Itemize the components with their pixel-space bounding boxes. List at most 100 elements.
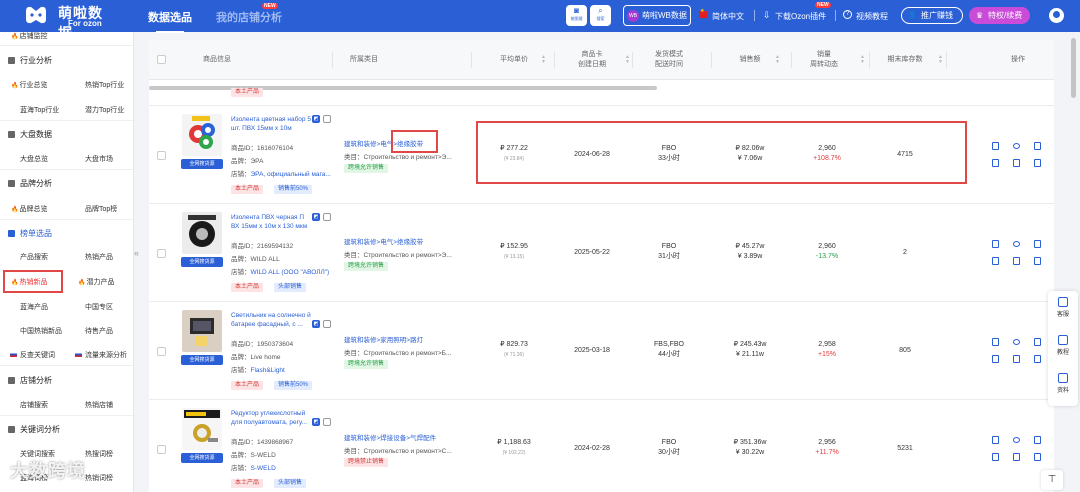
- database-icon[interactable]: [1034, 257, 1041, 265]
- sort-icon[interactable]: ▲ ▼: [938, 55, 943, 65]
- sidebar-item-potential-products[interactable]: 潜力产品: [78, 277, 114, 287]
- sort-icon[interactable]: ▲ ▼: [541, 55, 546, 65]
- find-source-button[interactable]: 全网搜货源: [181, 159, 223, 169]
- eye-icon[interactable]: [1013, 241, 1020, 247]
- sidebar-item-china-hot-new[interactable]: 中国热销新品: [20, 326, 62, 336]
- promo-button[interactable]: 推广赚钱: [901, 7, 963, 24]
- product-title[interactable]: Изолента ПВХ черная П ВХ 15мм х 10м х 13…: [231, 213, 311, 231]
- external-link-icon[interactable]: [323, 320, 331, 328]
- store-link[interactable]: ЭРА, официальный мага...: [251, 171, 331, 178]
- favorite-icon[interactable]: [992, 338, 999, 346]
- row-checkbox[interactable]: [157, 249, 166, 258]
- sidebar-item-hot-search-words[interactable]: 热搜词榜: [85, 449, 113, 459]
- sidebar-item-traffic-source[interactable]: 流量来源分析: [75, 350, 127, 360]
- sidebar-item-blue-ocean-industry[interactable]: 蓝海Top行业: [20, 105, 59, 115]
- eye-icon[interactable]: [1013, 143, 1020, 149]
- find-source-button[interactable]: 全网搜货源: [181, 257, 223, 267]
- tab-data-selection[interactable]: 数据选品: [148, 9, 192, 33]
- tab-store-analysis[interactable]: 我的店铺分析: [216, 9, 282, 25]
- eye-icon[interactable]: [1013, 437, 1020, 443]
- document-icon[interactable]: [1013, 159, 1020, 167]
- external-link-icon[interactable]: [323, 115, 331, 123]
- sidebar-item-hot-stores[interactable]: 热销店铺: [85, 400, 113, 410]
- search-button[interactable]: ⌕ 搜索: [590, 5, 611, 26]
- product-title[interactable]: Редуктор углекислотный для полуавтомата,…: [231, 409, 311, 427]
- sort-icon[interactable]: ▲ ▼: [860, 55, 865, 65]
- sort-icon[interactable]: ▲ ▼: [625, 55, 630, 65]
- header-sales-amount[interactable]: 销售额 ▲ ▼: [717, 40, 783, 80]
- video-tutorial-link[interactable]: 视频教程: [856, 11, 888, 22]
- avatar[interactable]: [1049, 8, 1064, 23]
- document-icon[interactable]: [1013, 355, 1020, 363]
- store-link[interactable]: WILD ALL (ООО "АВОЛЛ"): [251, 269, 330, 276]
- vip-button[interactable]: 特权/续费: [969, 7, 1030, 24]
- sidebar-item-reverse-keyword[interactable]: 反查关键词: [10, 350, 55, 360]
- section-keyword[interactable]: 关键词分析: [8, 424, 60, 435]
- sidebar-item-market-overview[interactable]: 大盘总览: [20, 154, 48, 164]
- section-ranking[interactable]: 榜单选品: [8, 228, 52, 239]
- header-stock[interactable]: 期末库存数 ▲ ▼: [874, 40, 943, 80]
- report-icon[interactable]: [1034, 142, 1041, 150]
- sidebar-item-for-sale[interactable]: 待售产品: [85, 326, 113, 336]
- sidebar-item-hot-industry[interactable]: 热销Top行业: [85, 80, 124, 90]
- customer-service-button[interactable]: 客服: [1048, 297, 1078, 318]
- collapse-sidebar-icon[interactable]: «: [134, 248, 144, 268]
- product-image[interactable]: [182, 114, 222, 156]
- copy-icon[interactable]: ◩: [312, 213, 320, 221]
- product-image[interactable]: [182, 212, 222, 254]
- favorite-icon[interactable]: [992, 240, 999, 248]
- sidebar-item-hot-sales-words[interactable]: 热销词榜: [85, 473, 113, 483]
- header-card-date[interactable]: 商品卡 创建日期 ▲ ▼: [559, 40, 630, 80]
- row-checkbox[interactable]: [157, 151, 166, 160]
- back-to-top-button[interactable]: ⊤: [1041, 470, 1063, 490]
- product-title[interactable]: Изолента цветная набор 5 шт. ПВХ 15мм х …: [231, 115, 311, 133]
- sidebar-item-potential-industry[interactable]: 潜力Top行业: [85, 105, 124, 115]
- eye-icon[interactable]: [1013, 339, 1020, 345]
- database-icon[interactable]: [1034, 355, 1041, 363]
- sidebar-item-blue-ocean-products[interactable]: 蓝海产品: [20, 302, 48, 312]
- image-search-button[interactable]: ◙ 按图搜: [566, 5, 587, 26]
- tutorial-button[interactable]: 教程: [1048, 335, 1078, 356]
- compare-icon[interactable]: [992, 355, 999, 363]
- report-icon[interactable]: [1034, 240, 1041, 248]
- favorite-icon[interactable]: [992, 142, 999, 150]
- horizontal-scrollbar[interactable]: [149, 86, 657, 90]
- sidebar-item-store-monitor[interactable]: 店铺监控: [11, 32, 47, 41]
- section-brand[interactable]: 品牌分析: [8, 178, 52, 189]
- vertical-scrollbar[interactable]: [1071, 38, 1076, 98]
- report-icon[interactable]: [1034, 436, 1041, 444]
- product-image[interactable]: [182, 310, 222, 352]
- row-checkbox[interactable]: [157, 347, 166, 356]
- sidebar-item-market[interactable]: 大盘市场: [85, 154, 113, 164]
- logo[interactable]: 萌啦数据 For ozon: [24, 3, 114, 41]
- sort-icon[interactable]: ▲ ▼: [775, 55, 780, 65]
- sidebar-item-hot-products[interactable]: 热销产品: [85, 252, 113, 262]
- language-select[interactable]: 简体中文: [712, 11, 744, 22]
- compare-icon[interactable]: [992, 453, 999, 461]
- document-icon[interactable]: [1013, 453, 1020, 461]
- product-image[interactable]: [182, 408, 222, 450]
- find-source-button[interactable]: 全网搜货源: [181, 355, 223, 365]
- sidebar-item-brand-top[interactable]: 品牌Top榜: [85, 204, 117, 214]
- report-icon[interactable]: [1034, 338, 1041, 346]
- category-path[interactable]: 建筑和装修>焊接设备>气焊配件: [344, 432, 436, 442]
- select-all-checkbox[interactable]: [157, 55, 166, 64]
- compare-icon[interactable]: [992, 159, 999, 167]
- wb-data-button[interactable]: WB 萌啦WB数据: [623, 5, 691, 26]
- sidebar-item-china-zone[interactable]: 中国专区: [85, 302, 113, 312]
- copy-icon[interactable]: ◩: [312, 115, 320, 123]
- header-avg-price[interactable]: 平均单价 ▲ ▼: [479, 40, 549, 80]
- product-title[interactable]: Светильник на солнечно й батарее фасадны…: [231, 311, 311, 329]
- row-checkbox[interactable]: [157, 445, 166, 454]
- store-link[interactable]: S-WELD: [251, 465, 276, 472]
- database-icon[interactable]: [1034, 453, 1041, 461]
- header-volume[interactable]: 销量 周转动态 ▲ ▼: [794, 40, 865, 80]
- sidebar-item-product-search[interactable]: 产品搜索: [20, 252, 48, 262]
- section-industry[interactable]: 行业分析: [8, 55, 52, 66]
- download-plugin-link[interactable]: 下载Ozon插件: [775, 11, 826, 22]
- sidebar-item-store-search[interactable]: 店铺搜索: [20, 400, 48, 410]
- database-icon[interactable]: [1034, 159, 1041, 167]
- favorite-icon[interactable]: [992, 436, 999, 444]
- sidebar-item-industry-overview[interactable]: 行业总览: [11, 80, 47, 90]
- category-path[interactable]: 建筑和装修>电气>绝缘胶带: [344, 236, 423, 246]
